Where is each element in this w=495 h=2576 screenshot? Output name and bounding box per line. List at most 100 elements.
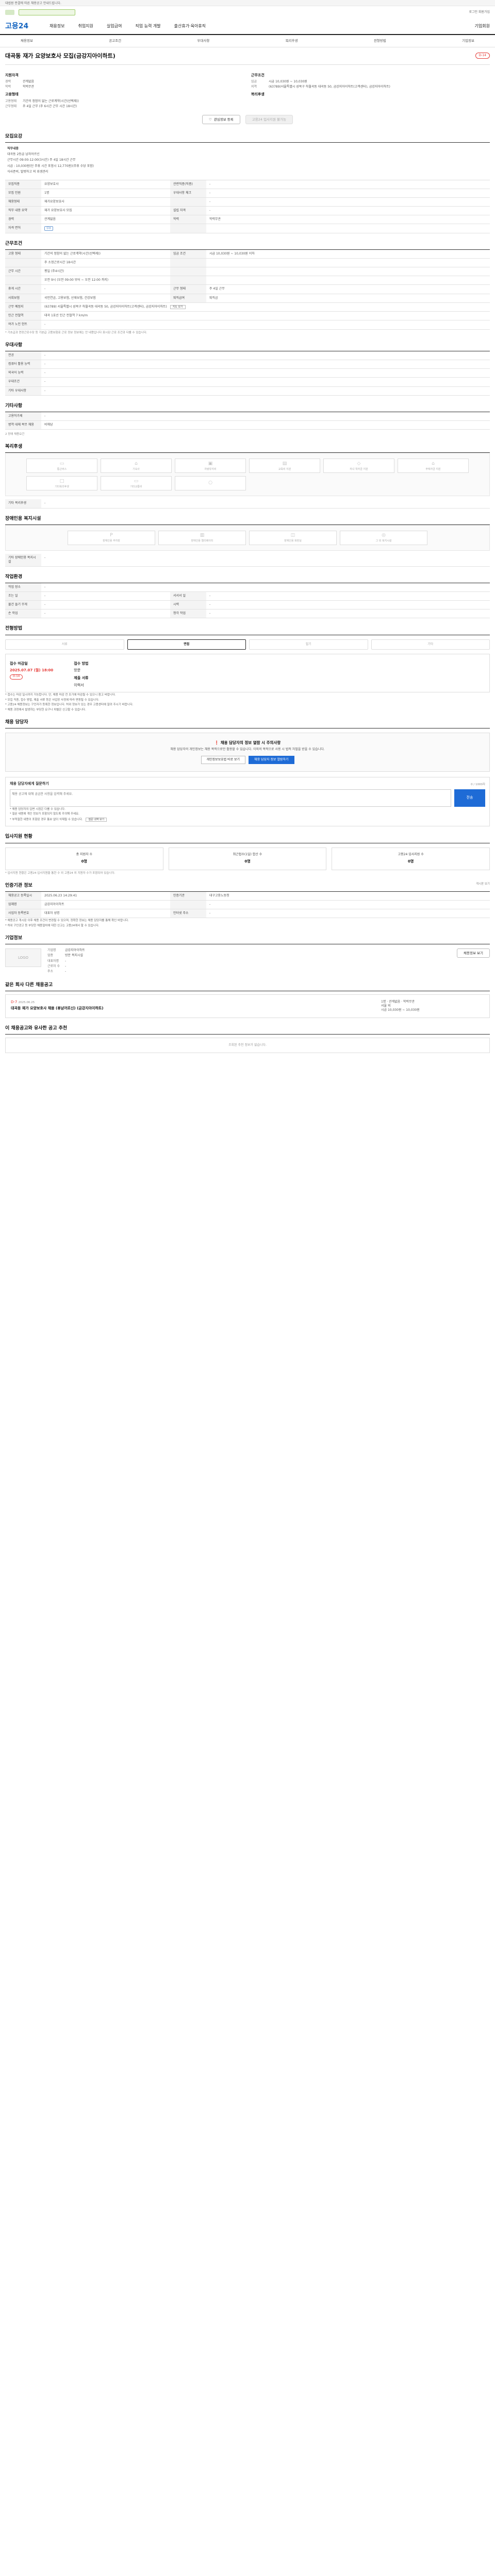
nav-item[interactable]: 실업급여 (107, 24, 122, 29)
summary-value: 주 4일 근무 (주 6시간 근무 시간 18시간) (23, 105, 77, 108)
table-row: 경력 관계없음 학력 학력무관 (5, 215, 490, 225)
th: 설립 자격 (170, 206, 206, 216)
conditions-table: 고용 형태 기간의 정함이 없는 근로계약(시간(선택제)) 임금 조건 시급 10,… (5, 250, 490, 330)
th: 근무 시간 (5, 267, 41, 277)
same-job-date: 2025.06.25 (18, 1001, 35, 1004)
privacy-law-button[interactable]: 개인정보보호법 바로 보기 (201, 756, 246, 765)
nav-item[interactable]: 채용정보 (50, 24, 64, 29)
table-row: 조는 일 - 서서서 일- (5, 591, 490, 601)
process-step: 필기 (249, 639, 368, 650)
table-row: 기타 장애인용 복지시설 - (5, 553, 490, 567)
site-logo[interactable]: 고용24 (5, 22, 36, 31)
job-header: 대곡동 재가 요양보호사 모집(금강지아이하트) D-14 (5, 47, 490, 65)
same-job-card[interactable]: D-7 2025.06.25 대곡동 재가 요양보호사 채용 (휴남어르신) (… (5, 994, 490, 1019)
nav-item[interactable]: 취업지원 (78, 24, 93, 29)
td (206, 258, 490, 268)
td: - (41, 320, 490, 330)
question-history-button[interactable]: 질문 내역 보기 (86, 817, 107, 822)
tab-item[interactable]: 채용정보 (21, 39, 33, 43)
section-similar: 이 채용공고와 유사한 공고 추천 조회된 추천 정보가 없습니다. (5, 1025, 490, 1054)
td: - (41, 412, 490, 421)
section-heading: 채용 담당자 (5, 719, 490, 729)
td: - (41, 377, 490, 387)
td (206, 267, 490, 277)
table-row: 물건 들기 무게 - 시력 - (5, 600, 490, 610)
cap-icon: ◇ (357, 461, 361, 467)
card-label: 고용24 입사지원 수 (398, 853, 424, 857)
notice-bar: 대법원 판결에 따른 채용공고 안내드립니다. (0, 0, 495, 6)
th: 인증기관 (170, 892, 206, 901)
note-text: * 부적절한 내용이 포함된 경우 통보 없이 삭제될 수 있습니다. (10, 818, 83, 821)
save-interest-button[interactable]: ♡ 관심정보 등록 (202, 115, 240, 125)
tab-item[interactable]: 공고조건 (109, 39, 121, 43)
company-value: - (65, 959, 67, 963)
tag: 학력무관 (403, 999, 415, 1004)
table-row: 채용형태 재가요양보호사 - (5, 197, 490, 207)
welfare-label: 기타복리후생 (55, 485, 69, 489)
td: 재가 요양보호사 모집 (41, 206, 170, 216)
facility-item: P 장애인용 주차장 (68, 530, 155, 545)
top-links[interactable]: 로그인 회원가입 (469, 10, 490, 14)
job-summary: 지원자격 경력 관계없음 학력 학력무관 고용형태 고용형태 기간의 정함이 없는 근… (5, 70, 490, 110)
th (170, 267, 206, 277)
th: 사업자 등록번호 (5, 909, 41, 919)
nav-item[interactable]: 직업 능력 개발 (135, 24, 160, 29)
table-row: 주 소정근로시간 18시간 (5, 258, 490, 268)
preference-table: 전공 - 컴퓨터 활용 능력 - 외국어 능력 - 우대조건 - 기타 우대사항 - (5, 351, 490, 396)
tab-item[interactable]: 복리후생 (286, 39, 298, 43)
td: 금강지아이하트 (41, 900, 170, 910)
welfare-label: 자녀 학자금 지원 (350, 468, 368, 471)
section-work-env: 작업환경 작업 장소 - 조는 일 - 서서서 일- 물건 들기 무게 - 시력 - 손 작… (5, 574, 490, 619)
summary-heading: 고용형태 (5, 92, 19, 97)
board-button[interactable]: 게시판 보기 (476, 883, 490, 886)
td (206, 224, 490, 233)
card-label: 총 지원자 수 (76, 853, 93, 857)
restroom-icon: ◫ (290, 533, 295, 538)
same-job-title[interactable]: 대곡동 재가 요양보호사 채용 (휴남어르신) (금강지아이하트) (11, 1006, 371, 1011)
etc-table: 고용허가제 - 병역 대체 복무 채용 비해당 (5, 412, 490, 430)
agency-notes: * 채용공고 게시된 이후 채용 조건이 변경될 수 있으며, 정확한 정보는 … (5, 919, 490, 928)
td: - (206, 197, 490, 207)
tab-item[interactable]: 기업정보 (462, 39, 474, 43)
process-step: 면접 (127, 639, 246, 650)
nav-item[interactable]: 출산휴가·육아휴직 (174, 24, 206, 29)
disabled-hiring-link[interactable]: 2 장애 채용요건 (5, 433, 490, 436)
td: - (41, 591, 170, 601)
desc-line: 대곡동 2등급 남자어르신 (7, 152, 40, 157)
top-search-input[interactable] (19, 9, 75, 15)
recruit-table: 모집직종 요양보호사 관련직종(직종) - 모집 인원 1명 우대사항 체크 - 채용형태 재… (5, 180, 490, 233)
td: 평일 (주4시간) (41, 267, 170, 277)
status-note: * 입사지원 현황은 고용24 입사지원을 통한 수 외 고용24 외 지원자 … (5, 871, 116, 875)
tab-item[interactable]: 우대사항 (197, 39, 209, 43)
apply-button[interactable]: 고용24 입사지원 불가능 (245, 115, 293, 125)
map-button[interactable]: 지도 보기 (170, 304, 186, 310)
company-jobs-button[interactable]: 채용정보 보기 (457, 948, 490, 958)
question-box: 채용 담당자에게 질문하기 0 / 1000자 전송 * 채용 담당자의 답변 … (5, 777, 490, 827)
table-row: 사회보험 국민연금, 고용보험, 산재보험, 건강보험 퇴직급여 퇴직금 (5, 294, 490, 303)
process-notes: * 접수는 마감 일시까지 가능합니다. 단, 채용 마감 전 조기에 마감될 … (5, 693, 490, 712)
summary-value: (63789)서울특별시 성북구 하월곡동 대곡동 50, 금강지아이하트(고객… (269, 85, 390, 89)
dday-badge: D-14 (475, 53, 490, 59)
section-agency: 인증기관 정보 게시판 보기 채용공고 등록일시 2025.06.23 14:29:… (5, 883, 490, 928)
section-tabs: 채용정보 공고조건 우대사항 복리후생 전형방법 기업정보 (0, 35, 495, 47)
summary-key: 고용형태 (5, 99, 17, 103)
th: 기타 복리후생 (5, 499, 41, 509)
th (5, 276, 41, 285)
table-row: 여가 노인 헌트 - (5, 320, 490, 330)
table-row: 휴게 시간 - 근무 형태 주 4일 근무 (5, 284, 490, 294)
question-input[interactable] (10, 789, 451, 807)
td: 대곡 1호선 인근 전철역 7 km/m (41, 311, 490, 321)
th: 기타 장애인용 복지시설 (5, 553, 41, 567)
th: 손 작업 (5, 609, 41, 619)
table-row: 우대조건 - (5, 377, 490, 387)
facility-item: ◫ 장애인용 화장실 (249, 530, 337, 545)
facility-label: 장애인용 화장실 (284, 539, 302, 543)
desc-title: 직무내용 (7, 147, 19, 151)
tab-item[interactable]: 전형방법 (374, 39, 386, 43)
question-send-button[interactable]: 전송 (454, 789, 485, 807)
company-value: 금강지아이하트 (65, 948, 85, 953)
view-contact-button[interactable]: 채용 담당자 정보 열람하기 (249, 756, 294, 765)
nav-item[interactable]: 기업회원 (475, 24, 490, 29)
table-row: 직무 내용 요약 재가 요양보호사 모집 설립 자격 - (5, 206, 490, 216)
td: 주 4일 근무 (206, 284, 490, 294)
